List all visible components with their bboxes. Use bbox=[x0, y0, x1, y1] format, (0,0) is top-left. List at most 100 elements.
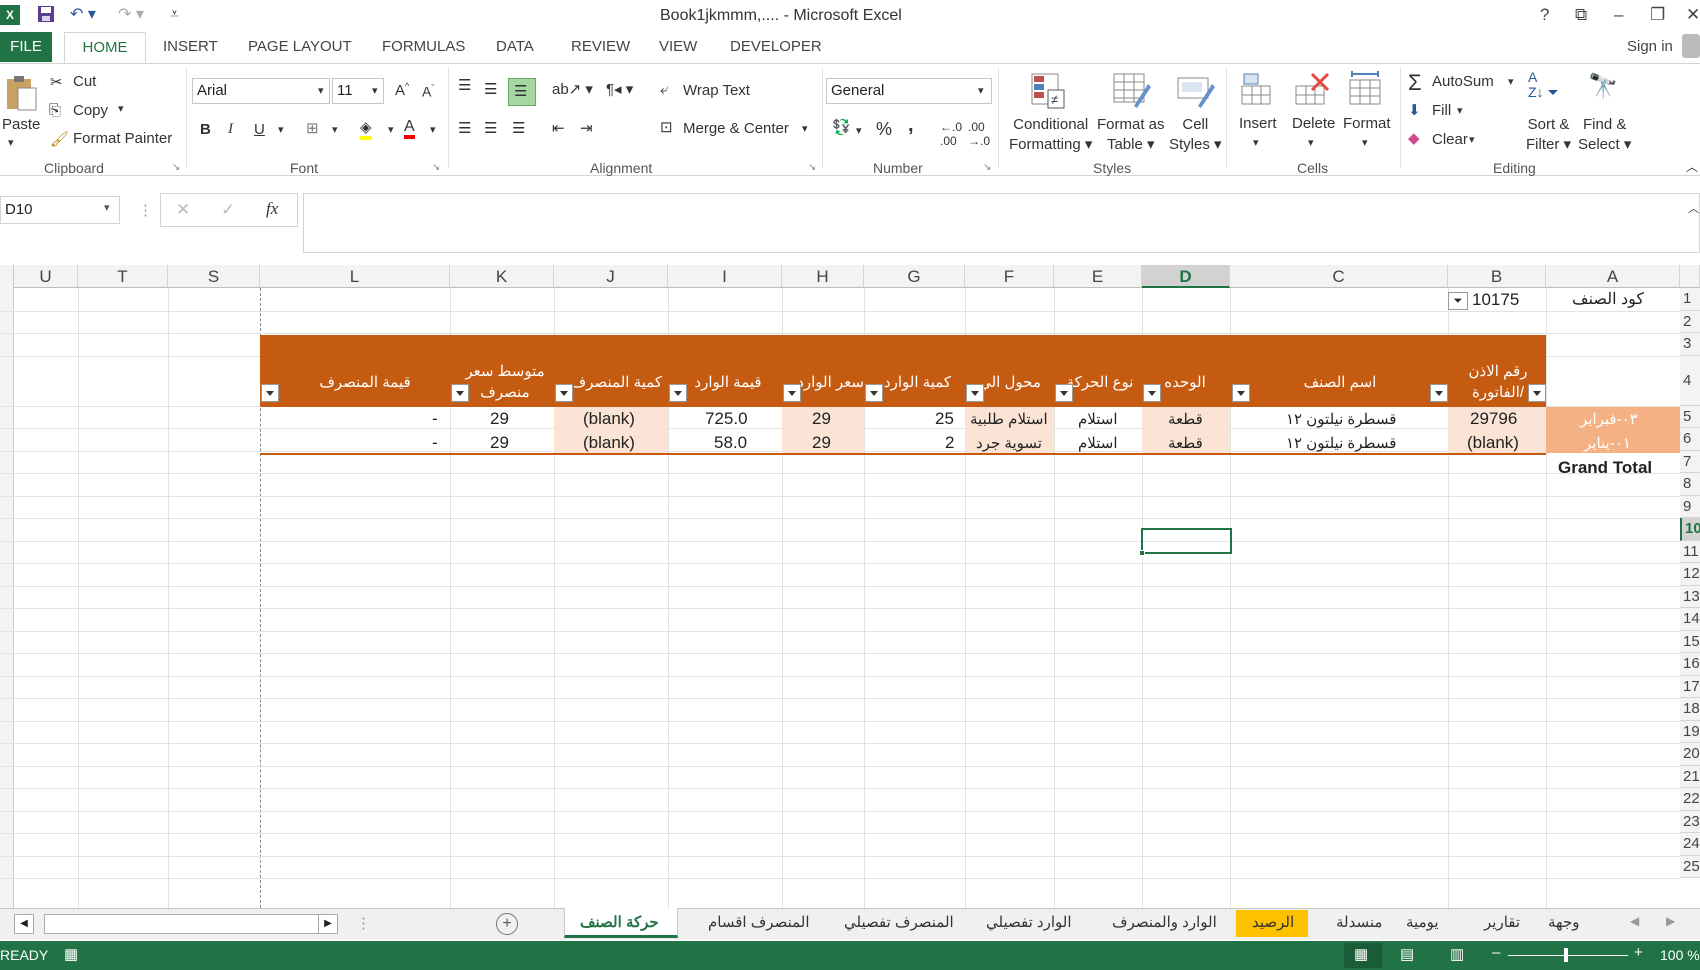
table-cell[interactable]: - bbox=[432, 409, 438, 429]
increase-decimal-icon[interactable]: ←.0.00 bbox=[940, 120, 962, 148]
column-header-t[interactable]: T bbox=[78, 265, 168, 288]
wrap-text-icon[interactable]: ⤶ bbox=[660, 81, 668, 98]
tab-formulas[interactable]: FORMULAS bbox=[382, 38, 465, 55]
page-break-view-icon[interactable]: ▥ bbox=[1450, 945, 1464, 963]
normal-view-icon[interactable]: ▦ bbox=[1354, 945, 1368, 963]
sheet-tab-item-movement[interactable]: حركة الصنف bbox=[572, 908, 667, 940]
horizontal-scrollbar[interactable] bbox=[44, 914, 338, 934]
row-header[interactable]: 17 bbox=[1680, 675, 1700, 698]
name-box[interactable]: D10 bbox=[0, 196, 120, 224]
macro-record-icon[interactable]: ▦ bbox=[64, 945, 78, 963]
underline-button[interactable]: U bbox=[254, 121, 265, 138]
row-header[interactable]: 19 bbox=[1680, 720, 1700, 743]
column-header-u[interactable]: U bbox=[14, 265, 78, 288]
page-layout-view-icon[interactable]: ▤ bbox=[1400, 945, 1414, 963]
left-scroll-edge[interactable] bbox=[0, 265, 14, 908]
table-cell[interactable]: قطعة bbox=[1168, 434, 1203, 452]
filter-dropdown-icon[interactable] bbox=[261, 384, 279, 402]
find-select-button[interactable]: Find & Select ▾ bbox=[1578, 115, 1631, 155]
sheet-tab-in-out[interactable]: الوارد والمنصرف bbox=[1104, 908, 1225, 940]
row-header[interactable]: 20 bbox=[1680, 743, 1700, 766]
formula-input[interactable] bbox=[303, 193, 1700, 253]
sheet-tab-outgoing-detail[interactable]: المنصرف تفصيلي bbox=[836, 908, 962, 940]
italic-button[interactable]: I bbox=[228, 121, 233, 138]
bold-button[interactable]: B bbox=[200, 121, 211, 138]
enter-icon[interactable]: ✓ bbox=[221, 200, 235, 220]
table-cell[interactable]: 29 bbox=[490, 433, 509, 453]
save-icon[interactable] bbox=[36, 4, 56, 26]
filter-dropdown-icon[interactable] bbox=[1232, 384, 1250, 402]
filter-dropdown-icon[interactable]: ⏷ bbox=[1448, 292, 1468, 310]
column-header-c[interactable]: C bbox=[1230, 265, 1448, 288]
paste-icon[interactable] bbox=[4, 74, 38, 112]
row-header[interactable]: 16 bbox=[1680, 653, 1700, 676]
font-name-dropdown-icon[interactable]: ▾ bbox=[318, 84, 324, 97]
table-cell[interactable]: (blank) bbox=[583, 433, 635, 453]
table-cell[interactable]: قسطرة نيلتون ١٢ bbox=[1286, 434, 1396, 452]
table-cell[interactable]: قطعة bbox=[1168, 410, 1203, 428]
zoom-out-icon[interactable]: – bbox=[1492, 944, 1500, 961]
filter-dropdown-icon[interactable] bbox=[1055, 384, 1073, 402]
minimize-icon[interactable]: – bbox=[1614, 4, 1623, 26]
align-middle-icon[interactable]: ☰ bbox=[484, 80, 497, 98]
sheet-tab-daily[interactable]: يومية bbox=[1398, 908, 1447, 940]
filter-dropdown-icon[interactable] bbox=[783, 384, 801, 402]
sheet-tab-dropdown[interactable]: منسدلة bbox=[1328, 908, 1390, 940]
fill-button[interactable]: Fill bbox=[1432, 102, 1451, 119]
column-header-b[interactable]: B bbox=[1448, 265, 1546, 288]
table-cell[interactable]: 29 bbox=[490, 409, 509, 429]
cut-button[interactable]: Cut bbox=[73, 73, 96, 90]
clear-icon[interactable]: ◆ bbox=[1408, 129, 1420, 147]
decrease-decimal-icon[interactable]: .00 →.0 bbox=[968, 120, 990, 148]
scroll-left-icon[interactable]: ◀ bbox=[14, 914, 34, 934]
text-direction-icon[interactable]: ¶◂ ▾ bbox=[606, 80, 633, 98]
clear-button[interactable]: Clear bbox=[1432, 131, 1468, 148]
format-as-table-icon[interactable] bbox=[1112, 72, 1152, 110]
tab-home[interactable]: HOME bbox=[64, 32, 146, 64]
dialog-launcher-icon[interactable]: ↘ bbox=[172, 162, 180, 173]
expand-formula-bar-icon[interactable]: ︿ bbox=[1688, 200, 1699, 216]
grow-font-icon[interactable]: A^ bbox=[395, 81, 409, 99]
sheet-tab-reports[interactable]: تقارير bbox=[1476, 908, 1528, 940]
sort-filter-icon[interactable]: A Z↓ ⏷ bbox=[1528, 70, 1559, 100]
row-header[interactable]: 4 bbox=[1680, 355, 1700, 406]
sheet-tab-outgoing-depts[interactable]: المنصرف اقسام bbox=[700, 908, 818, 940]
column-header-j[interactable]: J bbox=[554, 265, 668, 288]
table-cell[interactable]: 29 bbox=[812, 433, 831, 453]
zoom-in-icon[interactable]: + bbox=[1634, 944, 1643, 961]
row-header[interactable]: 8 bbox=[1680, 473, 1700, 496]
redo-icon[interactable]: ↷ ▾ bbox=[118, 4, 144, 26]
filter-dropdown-icon[interactable] bbox=[1143, 384, 1161, 402]
row-header[interactable]: 6 bbox=[1680, 428, 1700, 451]
filter-dropdown-icon[interactable] bbox=[966, 384, 984, 402]
font-dialog-launcher-icon[interactable]: ↘ bbox=[432, 162, 440, 173]
filter-dropdown-icon[interactable] bbox=[865, 384, 883, 402]
conditional-formatting-button[interactable]: Conditional Formatting ▾ bbox=[1009, 115, 1092, 155]
cell-styles-button[interactable]: Cell Styles ▾ bbox=[1169, 115, 1222, 155]
format-as-table-button[interactable]: Format as Table ▾ bbox=[1097, 115, 1165, 155]
font-name-select[interactable]: Arial bbox=[192, 78, 330, 104]
align-center-icon[interactable]: ☰ bbox=[484, 119, 497, 137]
row-header[interactable]: 13 bbox=[1680, 585, 1700, 608]
insert-button[interactable]: Insert bbox=[1239, 115, 1277, 132]
table-cell[interactable]: 25 bbox=[935, 409, 954, 429]
cut-icon[interactable]: ✂ bbox=[50, 73, 63, 91]
help-icon[interactable]: ? bbox=[1540, 4, 1549, 26]
sort-filter-button[interactable]: Sort & Filter ▾ bbox=[1526, 115, 1571, 155]
row-header[interactable]: 18 bbox=[1680, 698, 1700, 721]
accounting-format-icon[interactable]: 💱 bbox=[832, 118, 851, 136]
conditional-formatting-icon[interactable]: ≠ bbox=[1030, 72, 1066, 110]
cancel-icon[interactable]: ✕ bbox=[176, 200, 190, 220]
column-header-h[interactable]: H bbox=[782, 265, 864, 288]
table-cell[interactable]: 29 bbox=[812, 409, 831, 429]
column-header-e[interactable]: E bbox=[1054, 265, 1142, 288]
sign-in-link[interactable]: Sign in bbox=[1627, 38, 1673, 55]
delete-cells-icon[interactable] bbox=[1294, 72, 1330, 108]
align-right-icon[interactable]: ☰ bbox=[512, 119, 525, 137]
alignment-dialog-launcher-icon[interactable]: ↘ bbox=[808, 162, 816, 173]
font-color-dropdown-icon[interactable]: ▾ bbox=[430, 123, 436, 136]
decrease-indent-icon[interactable]: ⇤ bbox=[552, 119, 565, 137]
copy-dropdown-icon[interactable]: ▾ bbox=[118, 102, 124, 115]
insert-function-icon[interactable]: fx bbox=[266, 199, 278, 219]
restore-icon[interactable]: ❐ bbox=[1650, 4, 1665, 26]
